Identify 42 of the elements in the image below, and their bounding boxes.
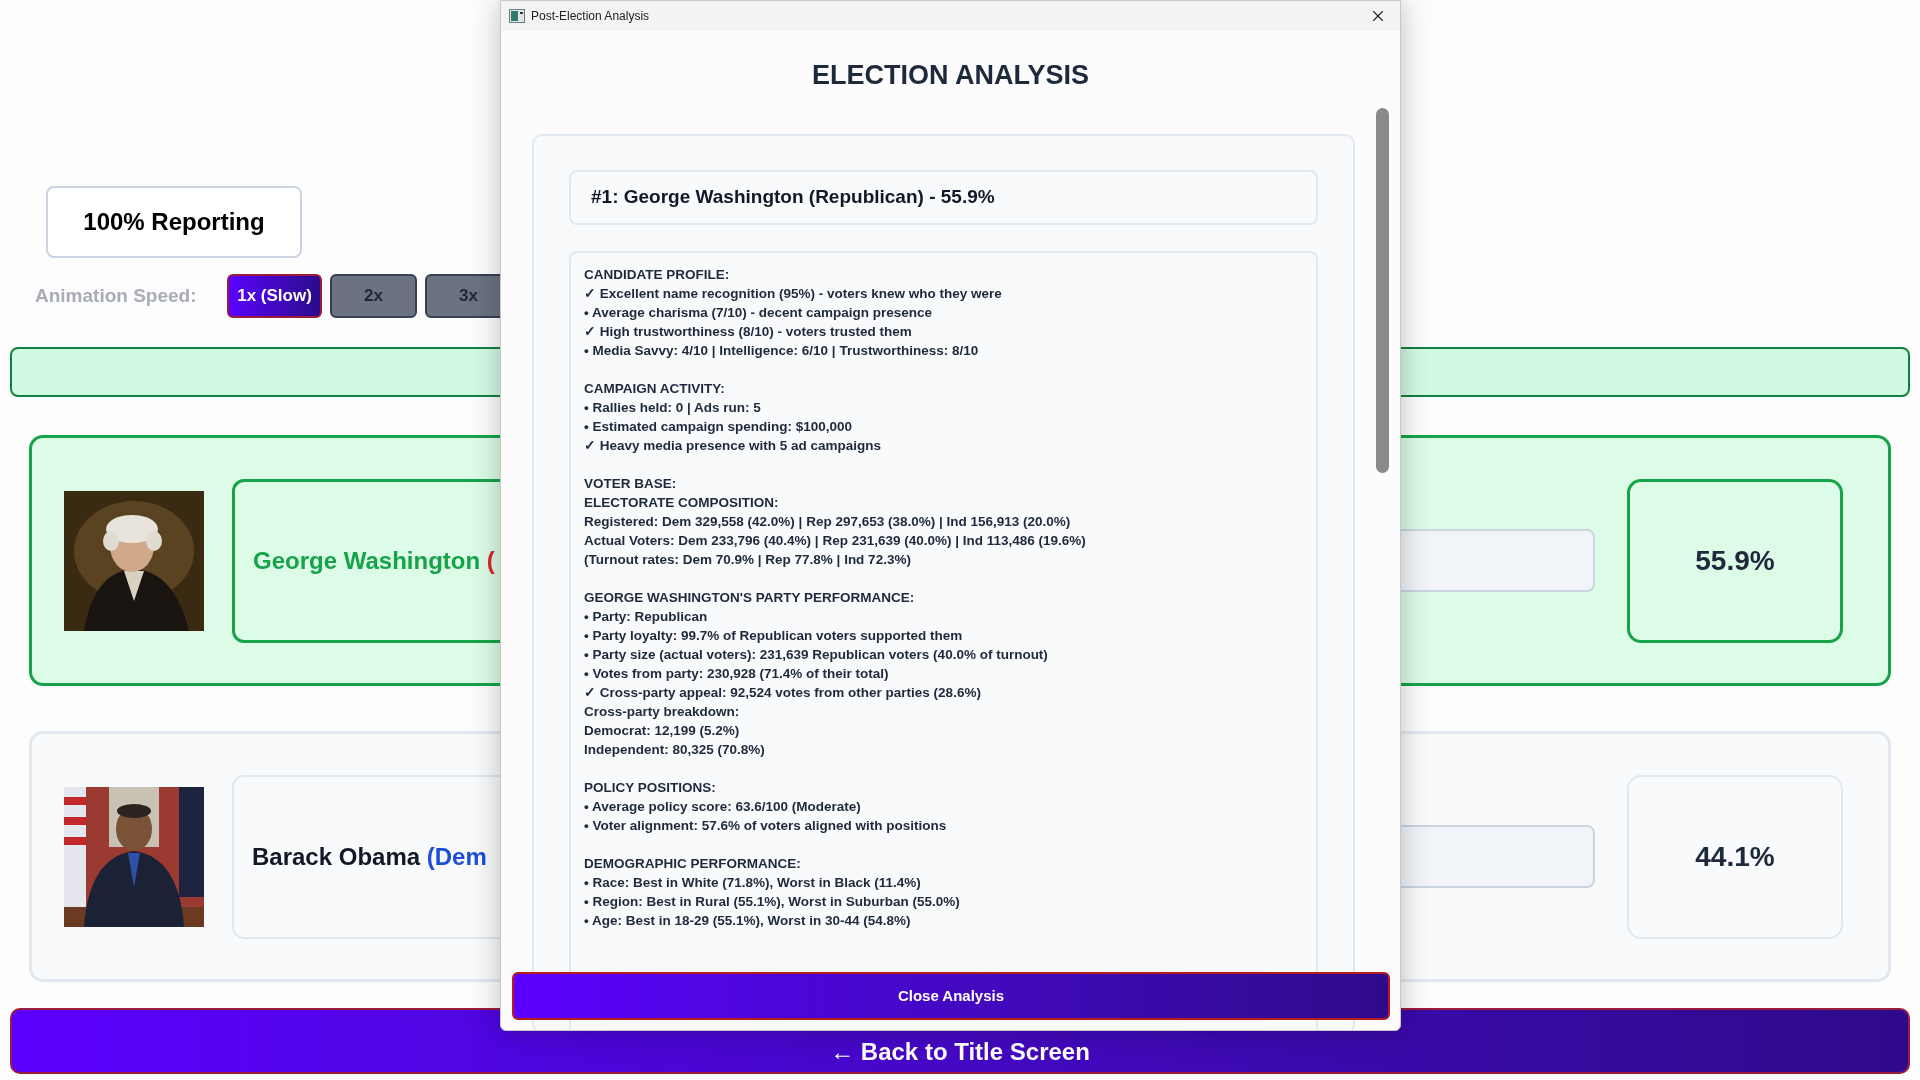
analysis-line: ✓ Cross-party appeal: 92,524 votes from other parties (28.6%) [584,683,982,702]
window-title: Post-Election Analysis [531,8,650,25]
analysis-line: • Votes from party: 230,928 (71.4% of their total) [584,664,890,683]
speed-label: Animation Speed: [35,283,198,308]
analysis-line: ✓ Heavy media presence with 5 ad campaigns [584,436,883,455]
reporting-status: 100% Reporting [46,186,302,258]
analysis-line: • Average charisma (7/10) - decent campaign presence [584,303,934,322]
candidate-name: Barack Obama (Dem [252,841,487,872]
analysis-line: • Race: Best in White (71.8%), Worst in Black (11.4%) [584,873,922,892]
app-icon [509,9,525,23]
vote-percent: 44.1% [1695,839,1775,874]
analysis-line: • Party: Republican [584,607,709,626]
analysis-line: DEMOGRAPHIC PERFORMANCE: [584,854,802,873]
analysis-line: ✓ Excellent name recognition (95%) - voters knew who they were [584,284,1003,303]
analysis-line: POLICY POSITIONS: [584,778,717,797]
analysis-line: Independent: 80,325 (70.8%) [584,740,766,759]
vote-percent: 55.9% [1695,543,1775,578]
analysis-line: ELECTORATE COMPOSITION: [584,493,780,512]
analysis-line: • Media Savvy: 4/10 | Intelligence: 6/10 | Trustworthiness: 8/10 [584,341,980,360]
analysis-line: • Estimated campaign spending: $100,000 [584,417,854,436]
analysis-line: • Party size (actual voters): 231,639 Republican voters (40.0% of turnout) [584,645,1049,664]
analysis-line: (Turnout rates: Dem 70.9% | Rep 77.8% | Ind 72.3%) [584,550,912,569]
result-header: #1: George Washington (Republican) - 55.9% [569,169,1318,225]
analysis-line: Actual Voters: Dem 233,796 (40.4%) | Rep 231,639 (40.0%) | Ind 113,486 (19.6%) [584,531,1087,550]
analysis-line: • Average policy score: 63.6/100 (Moderate) [584,797,862,816]
analysis-line: Registered: Dem 329,558 (42.0%) | Rep 297,653 (38.0%) | Ind 156,913 (20.0%) [584,512,1072,531]
analysis-line: CANDIDATE PROFILE: [584,265,731,284]
analysis-line: VOTER BASE: [584,474,678,493]
analysis-line: Democrat: 12,199 (5.2%) [584,721,741,740]
analysis-line: • Party loyalty: 99.7% of Republican voters supported them [584,626,964,645]
analysis-line: • Rallies held: 0 | Ads run: 5 [584,398,762,417]
analysis-line: ✓ High trustworthiness (8/10) - voters trusted them [584,322,913,341]
close-analysis-button[interactable]: Close Analysis [512,972,1390,1020]
analysis-line: GEORGE WASHINGTON'S PARTY PERFORMANCE: [584,588,916,607]
analysis-line: Cross-party breakdown: [584,702,741,721]
analysis-line: • Voter alignment: 57.6% of voters aligned with positions [584,816,948,835]
speed-button[interactable]: 1x (Slow) [227,274,322,318]
analysis-line: • Age: Best in 18-29 (55.1%), Worst in 30-44 (54.8%) [584,911,912,930]
analysis-line: CAMPAIGN ACTIVITY: [584,379,726,398]
dialog-heading: ELECTION ANALYSIS [811,59,1089,92]
candidate-name: George Washington ( [253,545,495,576]
analysis-line: • Region: Best in Rural (55.1%), Worst in Suburban (55.0%) [584,892,961,911]
